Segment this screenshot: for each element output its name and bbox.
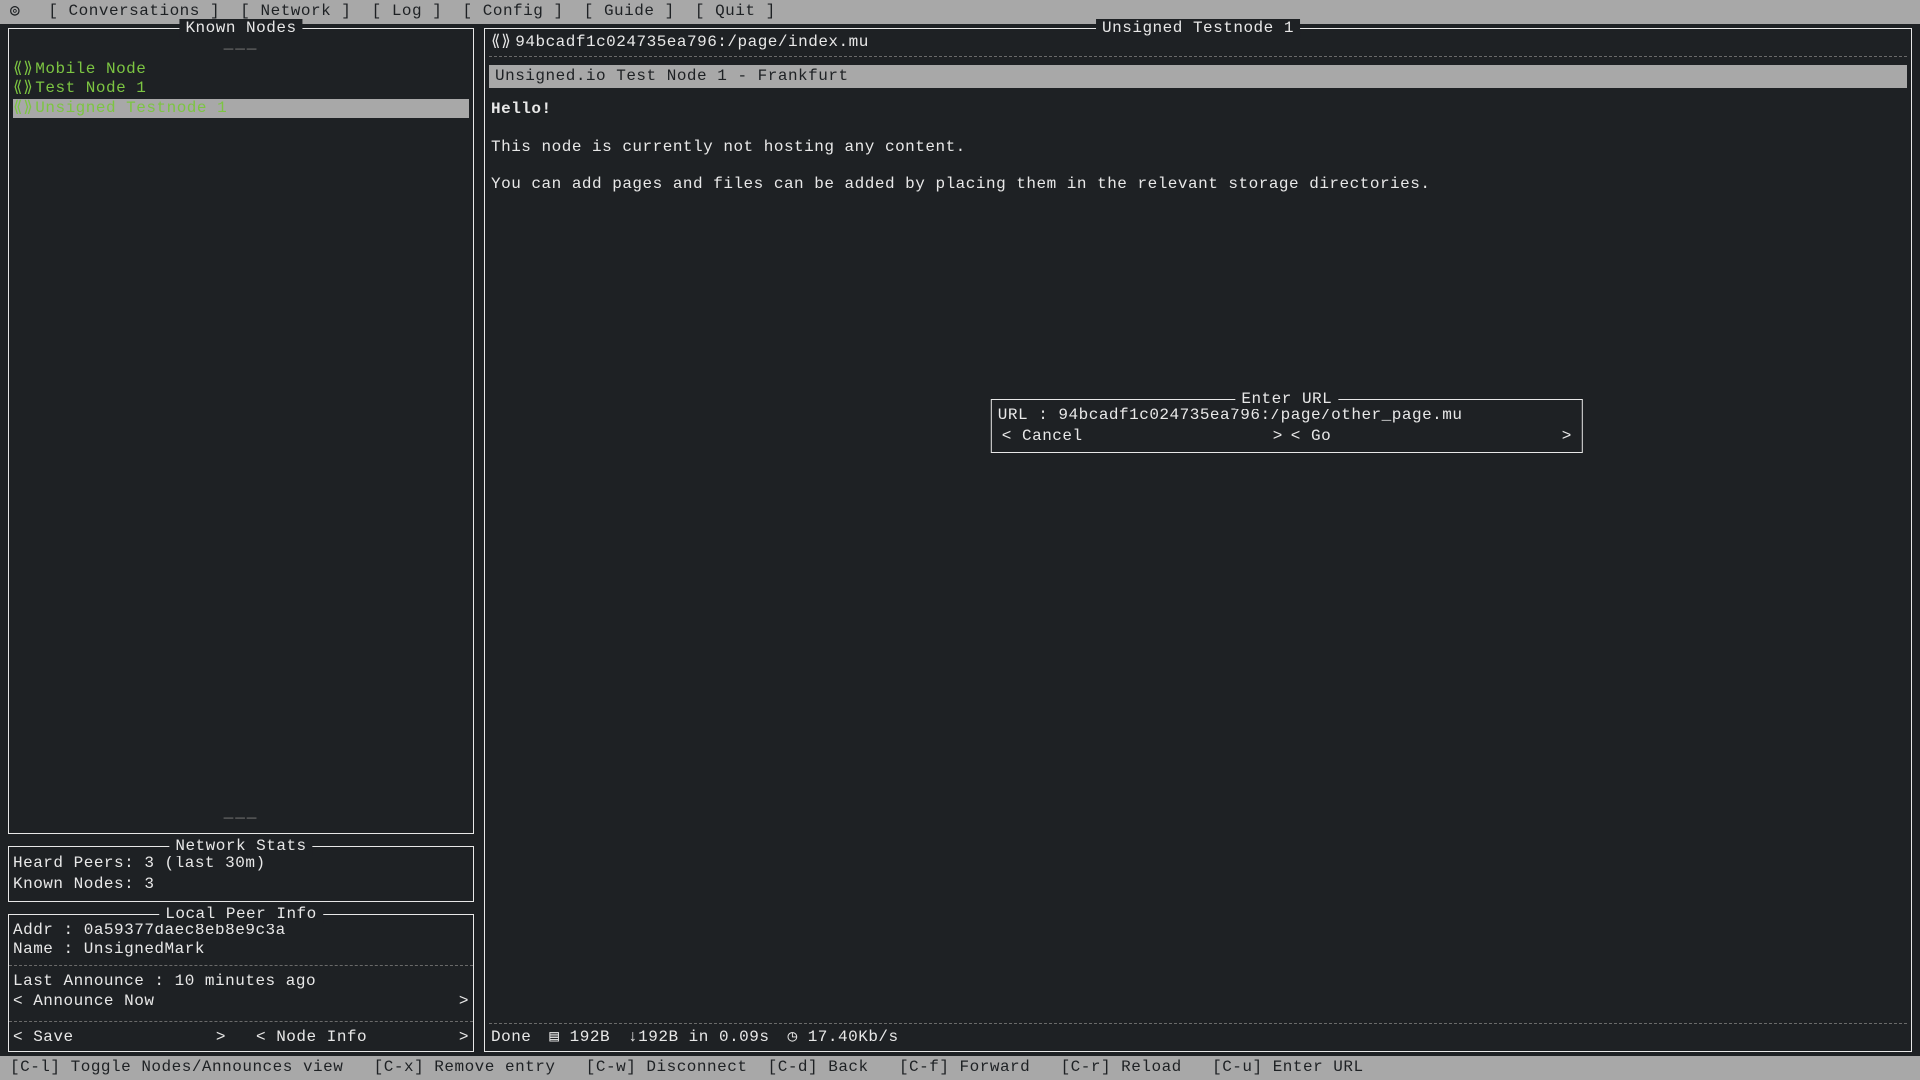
wifi-icon: ⟪⟫ [13,60,33,78]
menu-guide[interactable]: [ Guide ] [564,2,675,21]
status-download: ↓192B in 0.09s [628,1028,769,1047]
cancel-button[interactable]: < Cancel> [998,427,1287,446]
known-nodes-title: Known Nodes [179,19,302,38]
menu-quit[interactable]: [ Quit ] [675,2,776,21]
dialog-title: Enter URL [1235,390,1338,409]
go-button[interactable]: < Go> [1287,427,1576,446]
page-header: Unsigned.io Test Node 1 - Frankfurt [489,65,1907,88]
enter-url-dialog: Enter URL URL : 94bcadf1c024735ea796:/pa… [991,399,1583,453]
gauge-icon: ◷ [787,1028,807,1046]
status-done: Done [491,1028,531,1047]
main-area: Known Nodes ─── ⟪⟫Mobile Node ⟪⟫Test Nod… [0,24,1920,1056]
app-icon: ◎ [10,2,20,21]
keyboard-shortcuts: [C-l] Toggle Nodes/Announces view [C-x] … [10,1058,1364,1077]
scroll-indicator-top: ─── [13,41,469,60]
node-list-item[interactable]: ⟪⟫Mobile Node [13,60,469,79]
status-speed: ◷ 17.40Kb/s [787,1028,898,1047]
bottom-shortcuts-bar: [C-l] Toggle Nodes/Announces view [C-x] … [0,1056,1920,1080]
wifi-icon: ⟪⟫ [13,79,33,97]
network-stats-panel: Network Stats Heard Peers: 3 (last 30m) … [8,846,474,902]
announce-now-button[interactable]: < Announce Now> [13,992,469,1011]
left-column: Known Nodes ─── ⟪⟫Mobile Node ⟪⟫Test Nod… [8,28,474,1052]
status-bar: Done ▤ 192B ↓192B in 0.09s ◷ 17.40Kb/s [485,1024,1911,1051]
page-content: Hello! This node is currently not hostin… [485,96,1911,216]
known-nodes-stat: Known Nodes: 3 [13,874,469,895]
page-heading: Hello! [491,100,1905,119]
right-column: Unsigned Testnode 1 ⟪⟫94bcadf1c024735ea7… [484,28,1912,1052]
wifi-icon: ⟪⟫ [491,33,511,51]
browser-panel: Unsigned Testnode 1 ⟪⟫94bcadf1c024735ea7… [484,28,1912,1052]
page-paragraph: You can add pages and files can be added… [491,175,1905,194]
last-announce: Last Announce : 10 minutes ago [9,972,473,991]
known-nodes-panel: Known Nodes ─── ⟪⟫Mobile Node ⟪⟫Test Nod… [8,28,474,834]
current-url: 94bcadf1c024735ea796:/page/index.mu [515,33,869,51]
node-list-item-selected[interactable]: ⟪⟫Unsigned Testnode 1 [13,99,469,118]
divider [9,965,473,966]
local-peer-panel: Local Peer Info Addr : 0a59377daec8eb8e9… [8,914,474,1052]
local-peer-title: Local Peer Info [159,905,323,924]
wifi-icon: ⟪⟫ [13,99,33,117]
network-stats-title: Network Stats [169,837,312,856]
menu-log[interactable]: [ Log ] [351,2,442,21]
divider [489,56,1907,57]
node-list-item[interactable]: ⟪⟫Test Node 1 [13,79,469,98]
divider [9,1021,473,1022]
page-paragraph: This node is currently not hosting any c… [491,138,1905,157]
browser-title: Unsigned Testnode 1 [1096,19,1300,38]
save-button[interactable]: < Save> [13,1028,226,1047]
scroll-indicator-bottom: ─── [13,810,469,829]
doc-icon: ▤ [549,1028,569,1046]
peer-name: Name : UnsignedMark [9,940,473,959]
node-info-button[interactable]: < Node Info> [256,1028,469,1047]
menu-config[interactable]: [ Config ] [442,2,563,21]
status-size: ▤ 192B [549,1028,610,1047]
